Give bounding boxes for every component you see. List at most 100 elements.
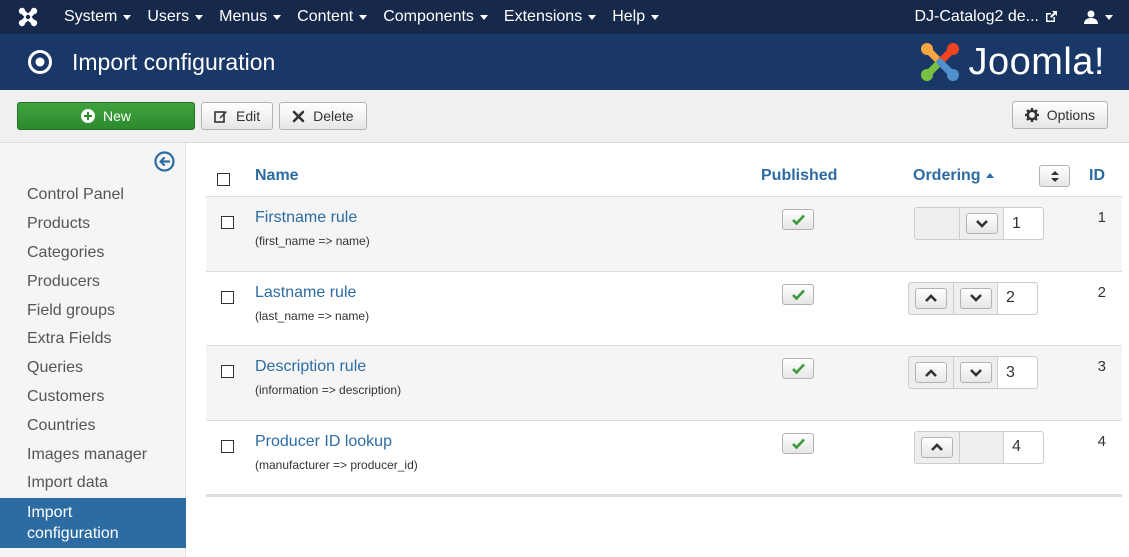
menu-extensions[interactable]: Extensions <box>496 0 604 34</box>
check-icon <box>791 214 805 225</box>
menu-content[interactable]: Content <box>289 0 375 34</box>
ordering-label: Ordering <box>913 167 981 184</box>
column-published-header[interactable]: Published <box>761 167 837 185</box>
page-title: Import configuration <box>72 48 276 75</box>
sidebar-item-products[interactable]: Products <box>0 210 186 239</box>
joomla-logo-icon[interactable] <box>0 0 56 34</box>
table-row: Description rule (information => descrip… <box>206 346 1122 421</box>
menu-label: Menus <box>219 8 268 25</box>
sidebar-item-import-configuration[interactable]: Import configuration <box>0 497 186 548</box>
check-all-checkbox[interactable] <box>217 173 230 186</box>
order-input[interactable]: 3 <box>997 357 1037 388</box>
toolbar: New Edit Delete Options <box>0 90 1129 143</box>
new-label: New <box>102 108 131 124</box>
import-config-icon <box>26 48 54 76</box>
menu-users[interactable]: Users <box>139 0 211 34</box>
order-down-slot <box>953 282 997 314</box>
rule-name-link[interactable]: Description rule <box>255 358 366 376</box>
order-down-slot <box>953 357 997 388</box>
menu-label: Help <box>612 8 646 25</box>
caret-down-icon <box>588 14 597 20</box>
sort-icon <box>1050 170 1059 182</box>
menu-components[interactable]: Components <box>375 0 496 34</box>
order-up-button[interactable] <box>921 436 953 458</box>
sidebar-item-field-groups[interactable]: Field groups <box>0 296 186 325</box>
check-icon <box>791 289 805 300</box>
menu-help[interactable]: Help <box>604 0 667 34</box>
row-id: 1 <box>1097 209 1106 226</box>
menu-system[interactable]: System <box>56 0 139 34</box>
order-input[interactable]: 2 <box>997 282 1037 314</box>
order-down-slot <box>959 431 1003 463</box>
order-down-button[interactable] <box>959 362 992 383</box>
row-checkbox[interactable] <box>221 439 234 453</box>
main-menu: System Users Menus Content Components Ex… <box>56 0 667 34</box>
table-bottom-rule <box>206 495 1122 497</box>
menu-label: Extensions <box>503 8 583 25</box>
order-input[interactable]: 1 <box>1003 208 1043 239</box>
rule-name-link[interactable]: Producer ID lookup <box>255 433 392 451</box>
published-toggle[interactable] <box>782 432 814 454</box>
sidebar-collapse-icon[interactable] <box>154 151 175 175</box>
edit-button[interactable]: Edit <box>201 102 274 130</box>
row-checkbox[interactable] <box>221 216 234 229</box>
column-id-header[interactable]: ID <box>1089 167 1105 185</box>
sidebar-item-categories[interactable]: Categories <box>0 239 186 268</box>
ordering-control: 4 <box>914 430 1044 464</box>
caret-down-icon <box>195 14 204 20</box>
column-name-header[interactable]: Name <box>255 167 299 185</box>
sidebar-item-customers[interactable]: Customers <box>0 383 186 412</box>
close-icon <box>292 110 305 122</box>
order-up-button[interactable] <box>915 287 947 309</box>
sidebar-item-import-data[interactable]: Import data <box>0 469 186 498</box>
order-down-slot <box>959 208 1003 239</box>
caret-down-icon <box>651 14 660 20</box>
navbar-right: DJ-Catalog2 de... <box>902 0 1129 34</box>
sidebar-item-producers[interactable]: Producers <box>0 267 186 296</box>
published-toggle[interactable] <box>782 209 814 230</box>
check-icon <box>791 438 805 449</box>
sidebar-item-extra-fields[interactable]: Extra Fields <box>0 325 186 354</box>
published-toggle[interactable] <box>782 283 814 305</box>
order-input[interactable]: 4 <box>1003 431 1043 463</box>
new-button[interactable]: New <box>17 102 195 130</box>
brand-name: Joomla! <box>968 40 1105 83</box>
column-ordering-header[interactable]: Ordering <box>913 167 994 185</box>
rule-name-link[interactable]: Lastname rule <box>255 284 356 302</box>
rule-mapping: (last_name => name) <box>255 308 370 323</box>
edit-icon <box>214 111 227 123</box>
edit-label: Edit <box>236 108 261 124</box>
top-navbar: System Users Menus Content Components Ex… <box>0 0 1129 34</box>
user-menu[interactable] <box>1069 9 1129 25</box>
order-down-button[interactable] <box>965 213 998 234</box>
sidebar-item-control-panel[interactable]: Control Panel <box>0 181 186 210</box>
menu-menus[interactable]: Menus <box>211 0 289 34</box>
order-up-button[interactable] <box>915 362 947 383</box>
menu-label: Components <box>383 8 474 25</box>
sidebar-item-queries[interactable]: Queries <box>0 354 186 383</box>
delete-button[interactable]: Delete <box>279 102 367 130</box>
options-button[interactable]: Options <box>1011 101 1108 129</box>
save-order-button[interactable] <box>1039 165 1070 187</box>
sidebar-item-countries[interactable]: Countries <box>0 411 186 440</box>
gear-icon <box>1024 108 1039 122</box>
external-link-icon <box>1046 11 1057 22</box>
joomla-brand-icon <box>921 43 960 81</box>
menu-label: Content <box>297 8 354 25</box>
caret-down-icon <box>359 14 368 20</box>
site-preview-link[interactable]: DJ-Catalog2 de... <box>902 8 1069 26</box>
rule-name-link[interactable]: Firstname rule <box>255 209 357 227</box>
table-header: Name Published Ordering ID <box>206 156 1122 197</box>
row-checkbox[interactable] <box>221 365 234 378</box>
delete-label: Delete <box>313 108 354 124</box>
caret-down-icon <box>123 14 132 20</box>
order-up-slot <box>915 432 959 463</box>
chevron-up-icon <box>925 368 937 377</box>
row-id: 4 <box>1097 432 1106 450</box>
sidebar-item-images-manager[interactable]: Images manager <box>0 440 186 469</box>
caret-down-icon <box>479 14 488 20</box>
row-checkbox[interactable] <box>221 290 234 304</box>
user-icon <box>1084 10 1098 24</box>
published-toggle[interactable] <box>782 358 814 379</box>
order-down-button[interactable] <box>959 287 992 309</box>
